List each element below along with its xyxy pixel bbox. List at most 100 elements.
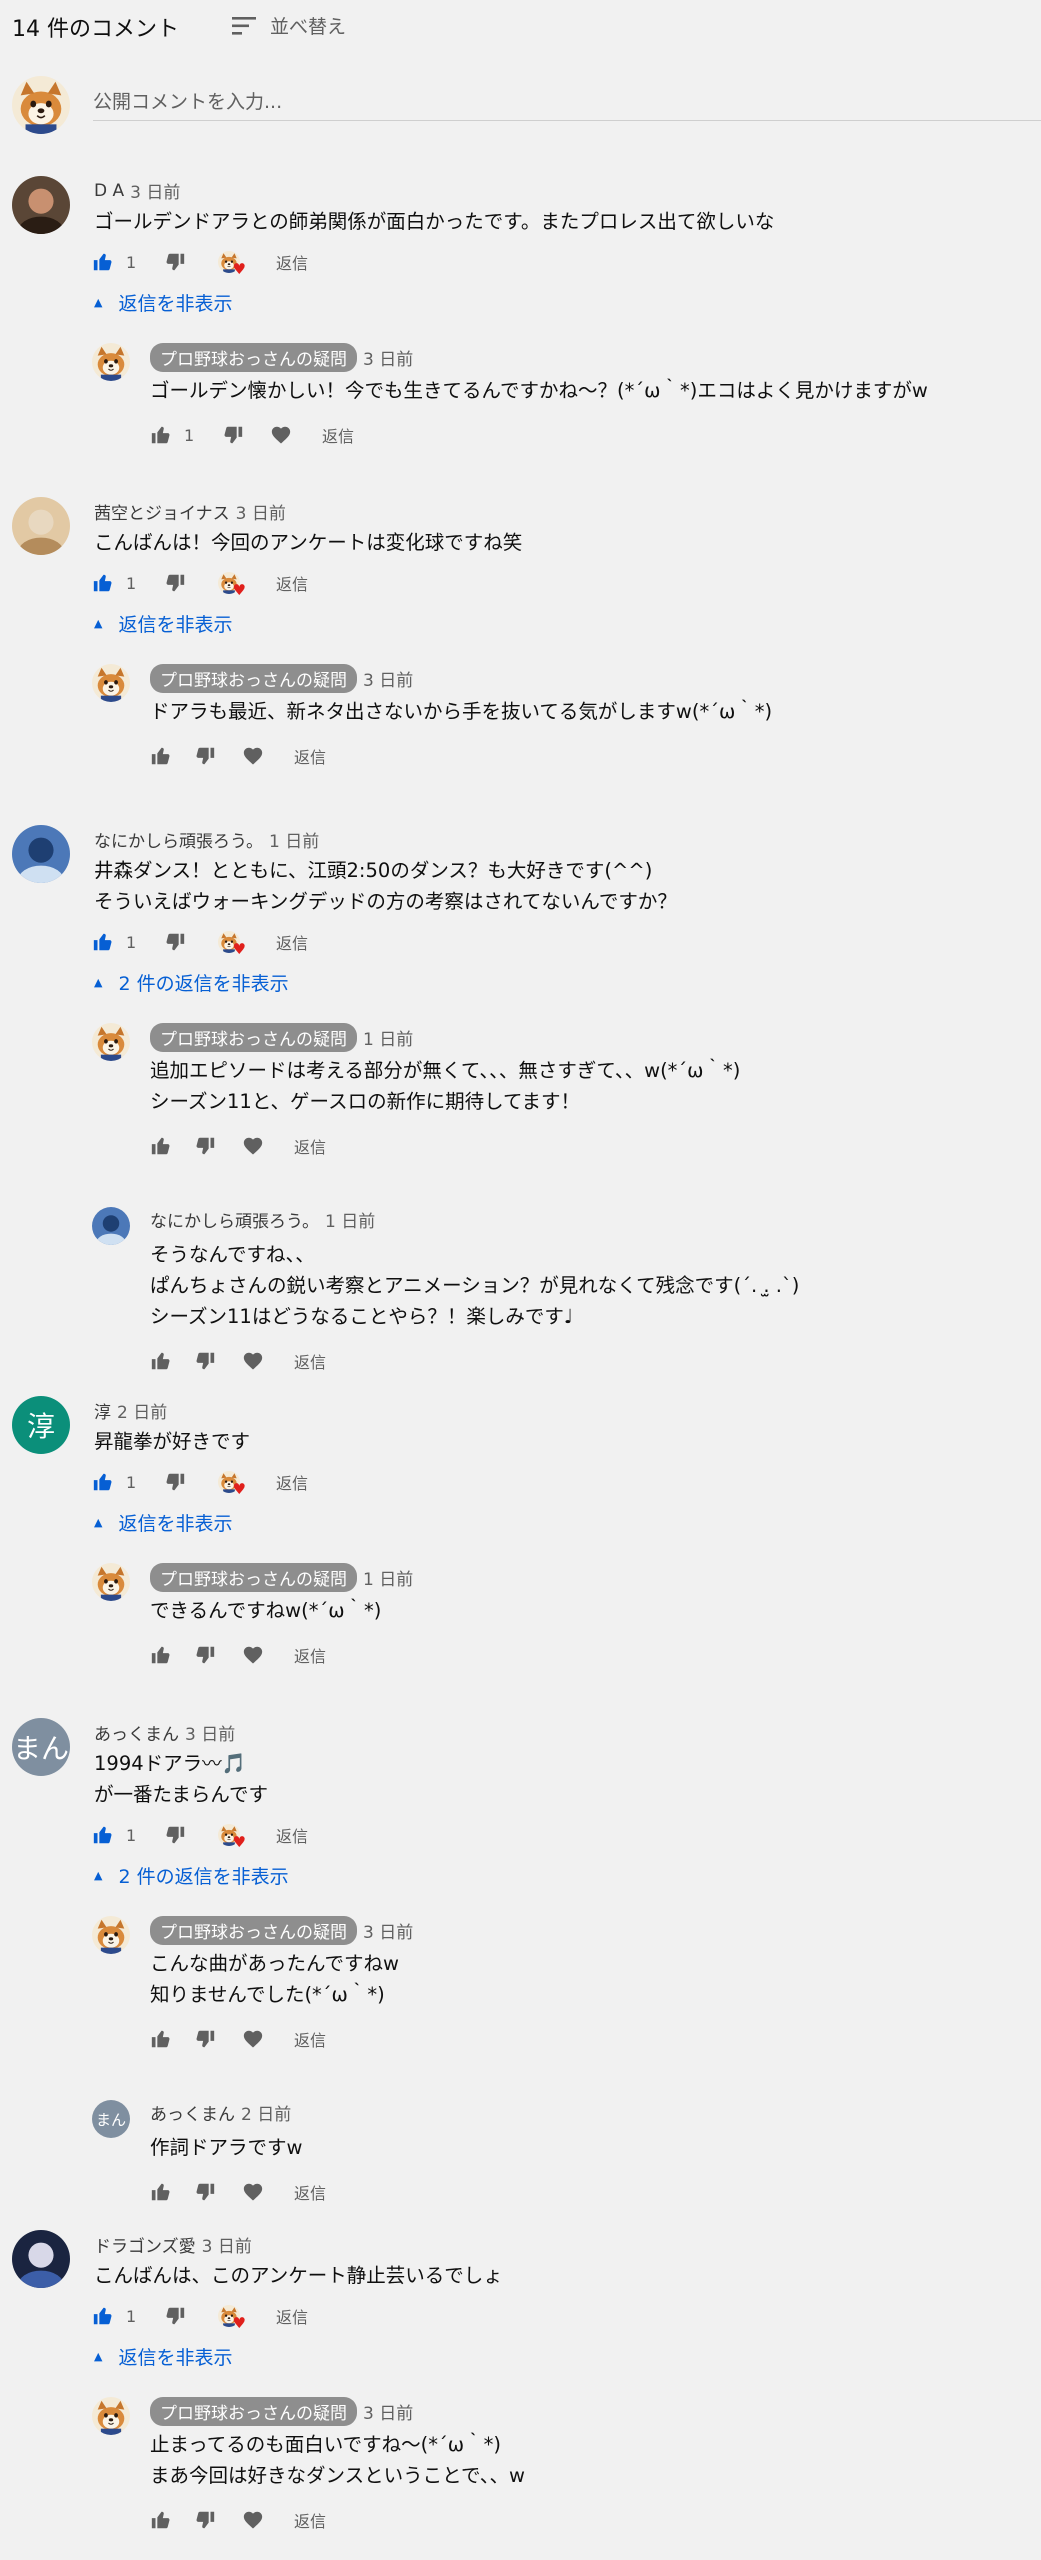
- thumb-down-icon[interactable]: [194, 1350, 216, 1372]
- comment-time[interactable]: 2 日前: [241, 2100, 291, 2125]
- hide-replies-toggle[interactable]: ▲ 返信を非表示: [92, 289, 232, 316]
- comment-time[interactable]: 1 日前: [363, 1025, 413, 1050]
- channel-owner-badge[interactable]: プロ野球おっさんの疑問: [150, 2397, 357, 2426]
- thumb-up-icon[interactable]: [92, 572, 114, 594]
- avatar[interactable]: [92, 2397, 130, 2435]
- channel-owner-badge[interactable]: プロ野球おっさんの疑問: [150, 1023, 357, 1052]
- thumb-up-icon[interactable]: [150, 1135, 172, 1157]
- comment-author[interactable]: D A: [94, 181, 124, 201]
- thumb-down-icon[interactable]: [164, 2305, 186, 2327]
- comment-author[interactable]: なにかしら頑張ろう。: [94, 827, 263, 852]
- hide-replies-toggle[interactable]: ▲ 返信を非表示: [92, 610, 232, 637]
- reply-button[interactable]: 返信: [276, 2304, 308, 2328]
- channel-owner-badge[interactable]: プロ野球おっさんの疑問: [150, 1916, 357, 1945]
- thumb-down-icon[interactable]: [194, 2028, 216, 2050]
- reply-button[interactable]: 返信: [276, 571, 308, 595]
- channel-owner-badge[interactable]: プロ野球おっさんの疑問: [150, 1563, 357, 1592]
- thumb-up-icon[interactable]: [150, 1644, 172, 1666]
- comment-author[interactable]: なにかしら頑張ろう。: [150, 1207, 319, 1232]
- reply-button[interactable]: 返信: [294, 1349, 326, 1373]
- avatar[interactable]: まん: [12, 1718, 70, 1776]
- comment-author[interactable]: 淳: [94, 1398, 111, 1423]
- comment-time[interactable]: 1 日前: [325, 1207, 375, 1232]
- heart-icon[interactable]: [242, 1644, 264, 1666]
- hide-replies-toggle[interactable]: ▲ 返信を非表示: [92, 1509, 232, 1536]
- reply-button[interactable]: 返信: [294, 1134, 326, 1158]
- thumb-up-icon[interactable]: [150, 2181, 172, 2203]
- comment-author[interactable]: ドラゴンズ愛: [94, 2232, 196, 2257]
- avatar[interactable]: [12, 497, 70, 555]
- comment-time[interactable]: 3 日前: [130, 178, 180, 203]
- comment-time[interactable]: 3 日前: [202, 2232, 252, 2257]
- hide-replies-toggle[interactable]: ▲ 2 件の返信を非表示: [92, 969, 289, 996]
- thumb-down-icon[interactable]: [194, 2509, 216, 2531]
- comment-time[interactable]: 3 日前: [185, 1720, 235, 1745]
- reply-button[interactable]: 返信: [322, 423, 354, 447]
- reply-button[interactable]: 返信: [276, 1823, 308, 1847]
- thumb-down-icon[interactable]: [194, 2181, 216, 2203]
- channel-owner-badge[interactable]: プロ野球おっさんの疑問: [150, 343, 357, 372]
- thumb-down-icon[interactable]: [164, 931, 186, 953]
- thumb-up-icon[interactable]: [92, 2305, 114, 2327]
- avatar[interactable]: [12, 2230, 70, 2288]
- heart-icon[interactable]: [242, 2181, 264, 2203]
- reply-button[interactable]: 返信: [294, 744, 326, 768]
- heart-icon[interactable]: [242, 1350, 264, 1372]
- reply-button[interactable]: 返信: [276, 1470, 308, 1494]
- comment-time[interactable]: 1 日前: [363, 1565, 413, 1590]
- heart-icon[interactable]: [242, 745, 264, 767]
- avatar[interactable]: [92, 343, 130, 381]
- thumb-up-icon[interactable]: [150, 424, 172, 446]
- reply-button[interactable]: 返信: [294, 1643, 326, 1667]
- reply-button[interactable]: 返信: [294, 2027, 326, 2051]
- thumb-up-icon[interactable]: [150, 2509, 172, 2531]
- thumb-down-icon[interactable]: [164, 1471, 186, 1493]
- avatar[interactable]: [92, 1916, 130, 1954]
- avatar[interactable]: まん: [92, 2100, 130, 2138]
- heart-icon[interactable]: [242, 1135, 264, 1157]
- avatar[interactable]: [92, 1563, 130, 1601]
- heart-icon[interactable]: [242, 2509, 264, 2531]
- thumb-down-icon[interactable]: [222, 424, 244, 446]
- avatar[interactable]: [12, 176, 70, 234]
- thumb-up-icon[interactable]: [150, 745, 172, 767]
- thumb-up-icon[interactable]: [92, 251, 114, 273]
- comment-time[interactable]: 3 日前: [363, 345, 413, 370]
- comment-author[interactable]: 茜空とジョイナス: [94, 499, 230, 524]
- avatar[interactable]: [92, 1207, 130, 1245]
- thumb-up-icon[interactable]: [92, 931, 114, 953]
- thumb-up-icon[interactable]: [92, 1824, 114, 1846]
- thumb-down-icon[interactable]: [164, 1824, 186, 1846]
- reply-button[interactable]: 返信: [294, 2508, 326, 2532]
- reply-button[interactable]: 返信: [276, 930, 308, 954]
- hide-replies-toggle[interactable]: ▲ 返信を非表示: [92, 2343, 232, 2370]
- comment-author[interactable]: あっくまん: [150, 2100, 235, 2125]
- comment-time[interactable]: 3 日前: [236, 499, 286, 524]
- sort-button[interactable]: 並べ替え: [232, 12, 346, 39]
- thumb-up-icon[interactable]: [92, 1471, 114, 1493]
- heart-icon[interactable]: [242, 2028, 264, 2050]
- thumb-down-icon[interactable]: [194, 1135, 216, 1157]
- reply-button[interactable]: 返信: [276, 250, 308, 274]
- thumb-down-icon[interactable]: [194, 745, 216, 767]
- thumb-up-icon[interactable]: [150, 1350, 172, 1372]
- comment-input[interactable]: [93, 84, 1041, 121]
- channel-owner-badge[interactable]: プロ野球おっさんの疑問: [150, 664, 357, 693]
- thumb-down-icon[interactable]: [194, 1644, 216, 1666]
- avatar[interactable]: [92, 664, 130, 702]
- avatar[interactable]: [12, 825, 70, 883]
- thumb-up-icon[interactable]: [150, 2028, 172, 2050]
- avatar[interactable]: 淳: [12, 1396, 70, 1454]
- comment-time[interactable]: 3 日前: [363, 666, 413, 691]
- comment-time[interactable]: 2 日前: [117, 1398, 167, 1423]
- heart-icon[interactable]: [270, 424, 292, 446]
- reply-button[interactable]: 返信: [294, 2180, 326, 2204]
- thumb-down-icon[interactable]: [164, 251, 186, 273]
- avatar[interactable]: [92, 1023, 130, 1061]
- comment-author[interactable]: あっくまん: [94, 1720, 179, 1745]
- comment-time[interactable]: 3 日前: [363, 1918, 413, 1943]
- thumb-down-icon[interactable]: [164, 572, 186, 594]
- comment-time[interactable]: 1 日前: [269, 827, 319, 852]
- hide-replies-toggle[interactable]: ▲ 2 件の返信を非表示: [92, 1862, 289, 1889]
- comment-time[interactable]: 3 日前: [363, 2399, 413, 2424]
